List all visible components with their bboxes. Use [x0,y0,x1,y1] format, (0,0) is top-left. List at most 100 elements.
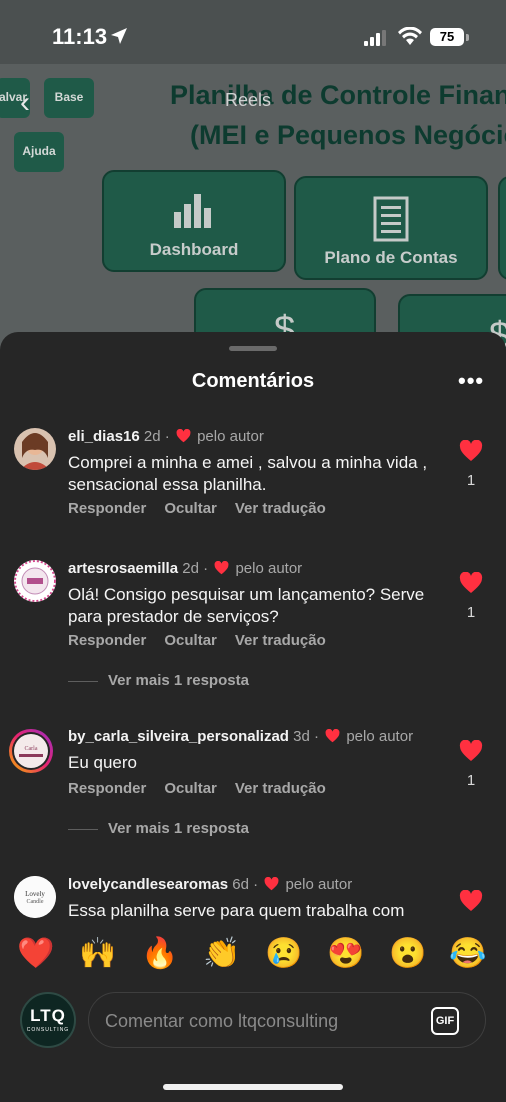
current-user-avatar: LTQ CONSULTING [20,992,76,1048]
comment-item: Carla by_carla_silveira_personalizad 3d … [0,728,506,848]
avatar[interactable] [14,560,56,602]
more-options-icon[interactable]: ••• [458,368,484,394]
document-list-icon [373,196,409,242]
comment-actions: Responder Ocultar Ver tradução [68,632,344,649]
separator: · [253,876,259,893]
status-time: 11:13 [52,24,108,49]
emoji-surprised[interactable]: 😮 [388,936,428,971]
cellular-signal-icon [364,30,386,46]
comment-item: eli_dias16 2d · pelo autor Comprei a min… [0,428,506,528]
author-liked-badge: pelo autor [346,728,414,745]
separator: · [203,560,209,577]
gif-button[interactable]: GIF [431,1007,459,1035]
drag-handle[interactable] [229,346,277,351]
comment-username[interactable]: artesrosaemilla [68,560,178,577]
reels-label: Reels [225,90,272,110]
back-chevron-icon[interactable]: ‹ [20,86,30,120]
bg-title-line2: (MEI e Pequenos Negócios) [190,120,506,150]
svg-text:Carla: Carla [25,746,38,752]
translate-button[interactable]: Ver tradução [235,500,326,517]
replies-line [68,828,98,830]
comment-item: Lovely Candle lovelycandlesearomas 6d · p… [0,876,506,930]
comment-actions: Responder Ocultar Ver tradução [68,780,344,797]
comment-header: eli_dias16 2d · pelo autor [68,428,264,445]
emoji-quick-bar: ❤️ 🙌 🔥 👏 😢 😍 😮 😂 [0,930,506,978]
emoji-heart-eyes[interactable]: 😍 [326,936,366,971]
author-heart-icon [214,561,229,575]
sheet-title: Comentários [191,370,315,392]
like-count: 1 [466,472,476,489]
comment-age: 2d [143,428,161,445]
comment-text: Comprei a minha e amei , salvou a minha … [68,453,428,494]
hide-button[interactable]: Ocultar [164,500,217,517]
wifi-icon [398,27,422,45]
avatar[interactable]: Lovely Candle [14,876,56,918]
view-more-replies[interactable]: Ver mais 1 resposta [68,672,249,689]
battery-tip [466,34,469,41]
like-heart-icon[interactable] [458,740,484,762]
comment-age: 6d [232,876,249,893]
separator: · [164,428,170,445]
author-liked-badge: pelo autor [235,560,303,577]
like-heart-icon[interactable] [458,440,484,462]
location-arrow-icon [111,28,127,44]
replies-line [68,680,98,682]
emoji-clapping[interactable]: 👏 [202,936,242,971]
bg-button-ajuda: Ajuda [14,132,64,172]
comment-age: 3d [293,728,310,745]
like-count: 1 [466,604,476,621]
translate-button[interactable]: Ver tradução [235,780,326,797]
reply-button[interactable]: Responder [68,780,146,797]
emoji-laughing[interactable]: 😂 [448,936,488,971]
emoji-heart[interactable]: ❤️ [16,936,56,971]
emoji-crying[interactable]: 😢 [264,936,304,971]
avatar[interactable] [14,428,56,470]
like-count: 1 [466,772,476,789]
hide-button[interactable]: Ocultar [164,780,217,797]
comment-username[interactable]: lovelycandlesearomas [68,876,228,893]
comment-placeholder: Comentar como ltqconsulting [105,1011,339,1031]
author-liked-badge: pelo autor [285,876,353,893]
status-bar: 11:13 75 [0,0,506,66]
bg-tile-plano-de-contas: Plano de Contas [294,176,488,280]
translate-button[interactable]: Ver tradução [235,632,326,649]
comment-text: Eu quero [68,753,137,772]
battery-indicator: 75 [430,28,464,46]
author-heart-icon [264,877,279,891]
bg-title-line1: Planilha de Controle Financeiro [170,80,506,110]
comment-header: lovelycandlesearomas 6d · pelo autor [68,876,352,893]
bar-chart-icon [174,194,211,228]
svg-text:Lovely: Lovely [25,890,45,898]
emoji-fire[interactable]: 🔥 [140,936,180,971]
comment-username[interactable]: eli_dias16 [68,428,140,445]
comment-age: 2d [182,560,199,577]
author-liked-badge: pelo autor [197,428,264,445]
comment-item: artesrosaemilla 2d · pelo autor Olá! Con… [0,560,506,690]
view-more-replies[interactable]: Ver mais 1 resposta [68,820,249,837]
emoji-raising-hands[interactable]: 🙌 [78,936,118,971]
reply-button[interactable]: Responder [68,632,146,649]
home-indicator[interactable] [163,1084,343,1090]
bg-button-base: Base [44,78,94,118]
avatar[interactable]: Carla [8,728,54,774]
avatar-logo-text: LTQ [30,1006,66,1025]
comment-input[interactable]: Comentar como ltqconsulting GIF [88,992,486,1048]
like-heart-icon[interactable] [458,572,484,594]
reply-button[interactable]: Responder [68,500,146,517]
hide-button[interactable]: Ocultar [164,632,217,649]
bg-tile-dashboard: Dashboard [102,170,286,272]
author-heart-icon [176,429,191,443]
separator: · [314,728,319,745]
author-heart-icon [325,729,340,743]
comment-header: artesrosaemilla 2d · pelo autor [68,560,302,577]
comment-actions: Responder Ocultar Ver tradução [68,500,344,517]
svg-text:Candle: Candle [27,899,44,905]
comment-username[interactable]: by_carla_silveira_personalizad [68,728,289,745]
like-heart-icon[interactable] [458,890,484,912]
avatar-logo-sub: CONSULTING [26,1027,70,1033]
comment-composer: LTQ CONSULTING Comentar como ltqconsulti… [0,982,506,1102]
comment-header: by_carla_silveira_personalizad 3d · pelo… [68,728,413,745]
comment-text: Olá! Consigo pesquisar um lançamento? Se… [68,585,425,626]
comment-text: Essa planilha serve para quem trabalha c… [68,901,405,920]
bg-tile-extra [498,176,506,280]
